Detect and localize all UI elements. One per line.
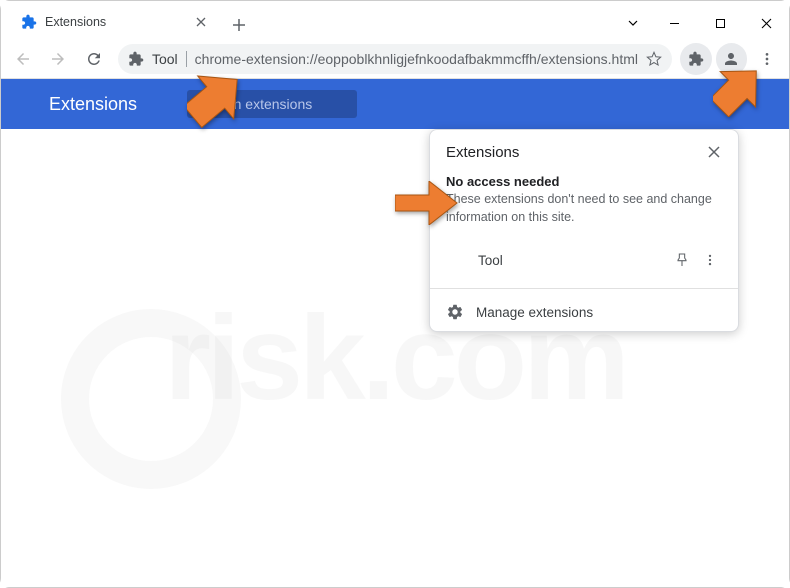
divider	[430, 288, 738, 289]
extension-item[interactable]: Tool	[430, 236, 738, 284]
close-window-button[interactable]	[743, 7, 789, 39]
content-area: risk.com Extensions No access needed The…	[1, 129, 789, 587]
popup-header: Extensions	[430, 130, 738, 168]
gear-icon	[446, 303, 464, 321]
window-controls	[615, 7, 789, 39]
bookmark-star-icon[interactable]	[646, 51, 662, 67]
section-heading: No access needed	[446, 174, 722, 189]
search-placeholder: Search extensions	[197, 96, 312, 112]
manage-extensions-button[interactable]: Manage extensions	[430, 293, 738, 331]
forward-button[interactable]	[43, 43, 75, 75]
omnibox-url: chrome-extension://eoppoblkhnligjefnkood…	[195, 51, 638, 67]
new-tab-button[interactable]	[225, 11, 253, 39]
browser-toolbar: Tool chrome-extension://eoppoblkhnligjef…	[1, 39, 789, 79]
search-extensions-input[interactable]: Search extensions	[187, 90, 357, 118]
popup-close-icon[interactable]	[704, 142, 724, 162]
back-button[interactable]	[7, 43, 39, 75]
tab-dropdown-button[interactable]	[615, 7, 651, 39]
profile-button[interactable]	[716, 43, 748, 75]
extension-more-icon[interactable]	[696, 246, 724, 274]
watermark-icon	[61, 309, 241, 489]
minimize-button[interactable]	[651, 7, 697, 39]
close-tab-icon[interactable]	[193, 14, 209, 30]
popup-section: No access needed These extensions don't …	[430, 168, 738, 236]
omnibox-chip: Tool	[152, 51, 187, 67]
extension-name: Tool	[478, 253, 668, 268]
tab-title: Extensions	[45, 15, 193, 29]
page-header: Extensions Search extensions	[1, 79, 789, 129]
maximize-button[interactable]	[697, 7, 743, 39]
window-titlebar: Extensions	[1, 1, 789, 39]
reload-button[interactable]	[78, 43, 110, 75]
extension-icon	[128, 51, 144, 67]
manage-extensions-label: Manage extensions	[476, 305, 593, 320]
popup-title: Extensions	[446, 144, 519, 161]
section-description: These extensions don't need to see and c…	[446, 191, 722, 226]
puzzle-icon	[21, 14, 37, 30]
extensions-popup: Extensions No access needed These extens…	[429, 129, 739, 332]
extensions-button[interactable]	[680, 43, 712, 75]
address-bar[interactable]: Tool chrome-extension://eoppoblkhnligjef…	[118, 44, 672, 74]
pin-icon[interactable]	[668, 246, 696, 274]
browser-tab[interactable]: Extensions	[9, 5, 219, 39]
page-title: Extensions	[49, 94, 137, 115]
kebab-menu-button[interactable]	[751, 43, 783, 75]
